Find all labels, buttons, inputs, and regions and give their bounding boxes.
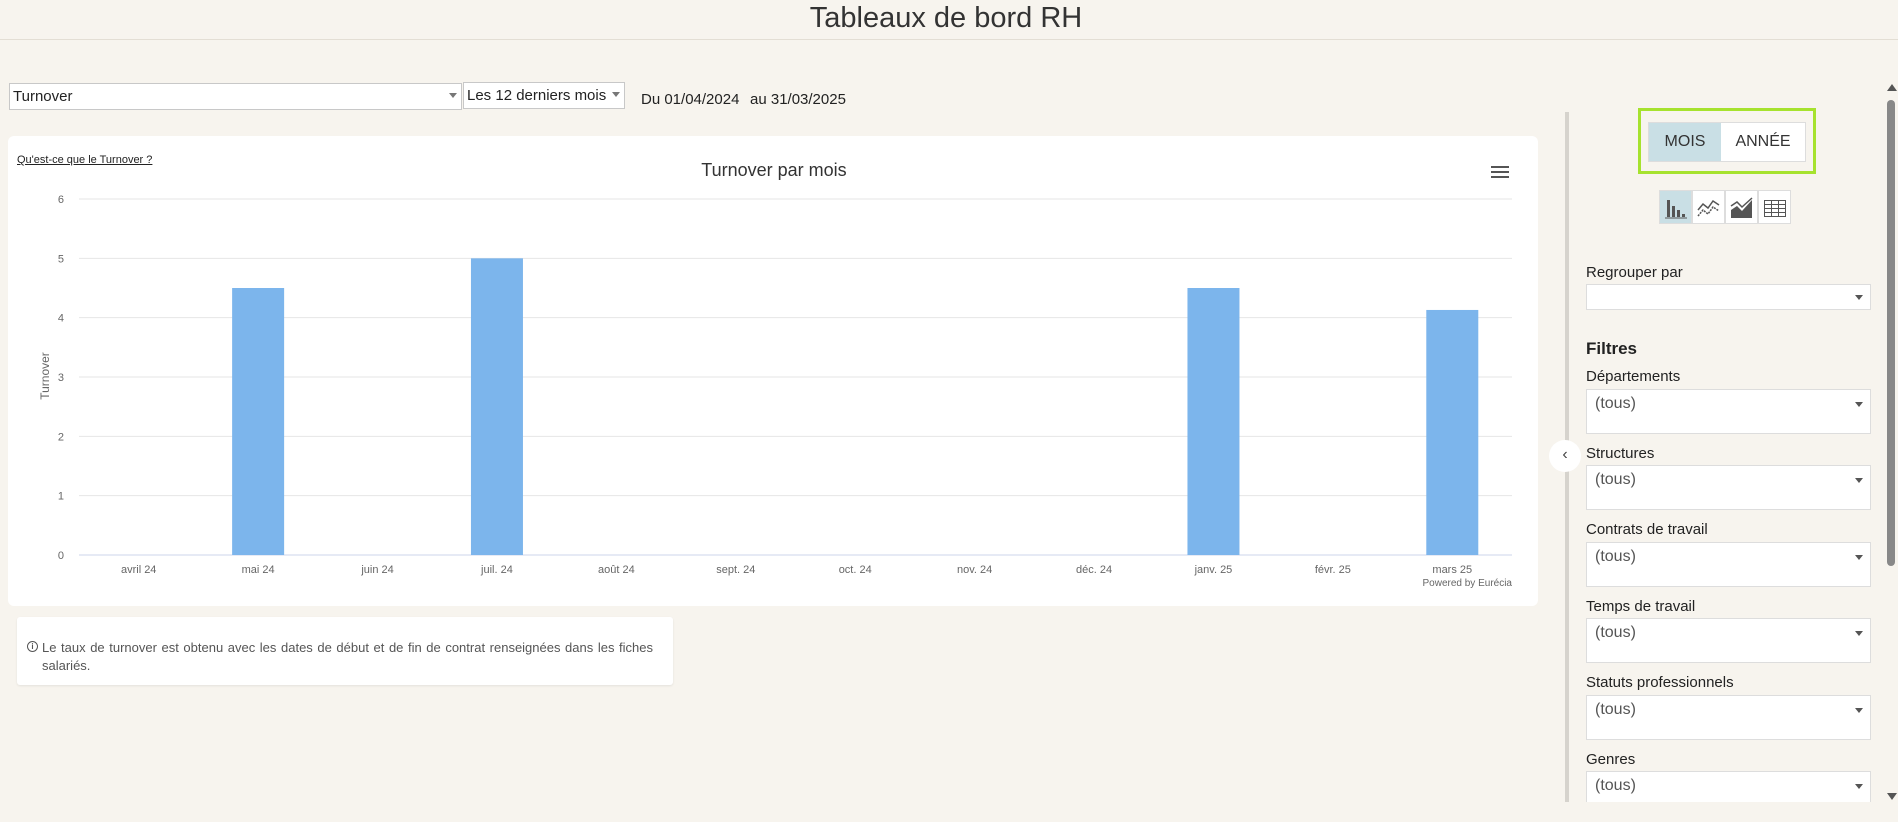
bar[interactable]: [1426, 309, 1479, 555]
filter-label-genres: Genres: [1586, 751, 1636, 768]
y-tick-label: 2: [58, 431, 64, 443]
x-tick-label: avril 24: [121, 564, 156, 576]
page-header: Tableaux de bord RH: [0, 0, 1898, 40]
toggle-annee[interactable]: ANNÉE: [1721, 123, 1805, 161]
filter-select-statuts[interactable]: (tous): [1586, 695, 1871, 740]
y-tick-label: 6: [58, 194, 64, 206]
collapse-sidebar-button[interactable]: ‹: [1549, 440, 1581, 472]
filter-label-statuts: Statuts professionnels: [1586, 674, 1734, 691]
info-box: i Le taux de turnover est obtenu avec le…: [17, 617, 673, 685]
grid-lines: [79, 198, 1512, 556]
filter-label-structures: Structures: [1586, 445, 1655, 462]
chevron-left-icon: ‹: [1562, 446, 1568, 463]
filter-value: (tous): [1595, 777, 1636, 794]
y-tick-label: 4: [58, 313, 64, 325]
y-tick-labels: 0 1 2 3 4 5 6: [58, 194, 64, 562]
info-icon: i: [27, 641, 38, 652]
dropdown-arrow-icon: [1855, 295, 1863, 300]
toggle-mois[interactable]: MOIS: [1649, 123, 1721, 161]
scroll-up-icon[interactable]: [1887, 84, 1897, 91]
bar-chart-icon[interactable]: [1659, 190, 1692, 224]
bar[interactable]: [232, 288, 285, 555]
bar[interactable]: [470, 258, 523, 555]
group-by-select[interactable]: [1586, 284, 1871, 310]
y-tick-label: 5: [58, 253, 64, 265]
period-select-value: Les 12 derniers mois: [467, 87, 607, 104]
bars: [232, 258, 1479, 555]
x-tick-label: mars 25: [1432, 564, 1472, 576]
x-tick-label: déc. 24: [1076, 564, 1112, 576]
dropdown-arrow-icon: [1855, 631, 1863, 636]
page-title: Tableaux de bord RH: [809, 2, 1083, 34]
dropdown-arrow-icon: [1855, 708, 1863, 713]
dropdown-arrow-icon: [449, 93, 457, 98]
x-tick-labels: avril 24 mai 24 juin 24 juil. 24 août 24 sept…: [121, 564, 1472, 576]
x-tick-label: févr. 25: [1315, 564, 1351, 576]
indicator-select[interactable]: Turnover: [9, 83, 462, 110]
x-tick-label: juin 24: [360, 564, 393, 576]
y-tick-label: 3: [58, 372, 64, 384]
filter-label-contrats: Contrats de travail: [1586, 521, 1708, 538]
filter-value: (tous): [1595, 624, 1636, 641]
indicator-select-value: Turnover: [13, 88, 73, 105]
filter-select-contrats[interactable]: (tous): [1586, 542, 1871, 587]
filters-title: Filtres: [1586, 339, 1638, 358]
filter-select-structures[interactable]: (tous): [1586, 465, 1871, 510]
filter-value: (tous): [1595, 548, 1636, 565]
sidebar-scrollbar[interactable]: [1884, 82, 1898, 802]
dropdown-arrow-icon: [1855, 478, 1863, 483]
filter-select-genres[interactable]: (tous): [1586, 771, 1871, 802]
group-by-label: Regrouper par: [1586, 264, 1683, 281]
scroll-thumb[interactable]: [1887, 100, 1895, 566]
scroll-down-icon[interactable]: [1887, 793, 1897, 800]
dropdown-arrow-icon: [1855, 784, 1863, 789]
dropdown-arrow-icon: [1855, 555, 1863, 560]
x-tick-label: janv. 25: [1194, 564, 1233, 576]
date-from: Du 01/04/2024: [641, 91, 740, 108]
filter-value: (tous): [1595, 701, 1636, 718]
x-tick-label: oct. 24: [839, 564, 872, 576]
table-icon[interactable]: [1758, 190, 1791, 224]
filter-value: (tous): [1595, 471, 1636, 488]
bar[interactable]: [1187, 288, 1240, 555]
x-tick-label: mai 24: [242, 564, 275, 576]
date-to: au 31/03/2025: [750, 91, 846, 108]
period-select[interactable]: Les 12 derniers mois: [463, 82, 625, 109]
chart-credit: Powered by Eurécia: [1423, 578, 1513, 589]
x-tick-label: nov. 24: [957, 564, 992, 576]
filter-label-temps: Temps de travail: [1586, 598, 1696, 615]
filter-select-departements[interactable]: (tous): [1586, 389, 1871, 434]
y-tick-label: 0: [58, 550, 64, 562]
filter-label-departements: Départements: [1586, 368, 1681, 385]
info-text: Le taux de turnover est obtenu avec les …: [42, 640, 653, 673]
period-toggle: MOIS ANNÉE: [1648, 122, 1806, 162]
x-tick-label: juil. 24: [480, 564, 513, 576]
dropdown-arrow-icon: [612, 92, 620, 97]
line-chart-icon[interactable]: [1692, 190, 1725, 224]
chart-title: Turnover par mois: [701, 160, 846, 180]
y-tick-label: 1: [58, 491, 64, 503]
filter-select-temps[interactable]: (tous): [1586, 618, 1871, 663]
y-axis-label: Turnover: [38, 352, 52, 400]
x-tick-label: août 24: [598, 564, 635, 576]
filter-value: (tous): [1595, 395, 1636, 412]
area-chart-icon[interactable]: [1725, 190, 1758, 224]
x-tick-label: sept. 24: [716, 564, 755, 576]
dropdown-arrow-icon: [1855, 402, 1863, 407]
turnover-chart: Turnover par mois Turnover 0 1 2 3 4 5 6 avril…: [38, 160, 1513, 589]
